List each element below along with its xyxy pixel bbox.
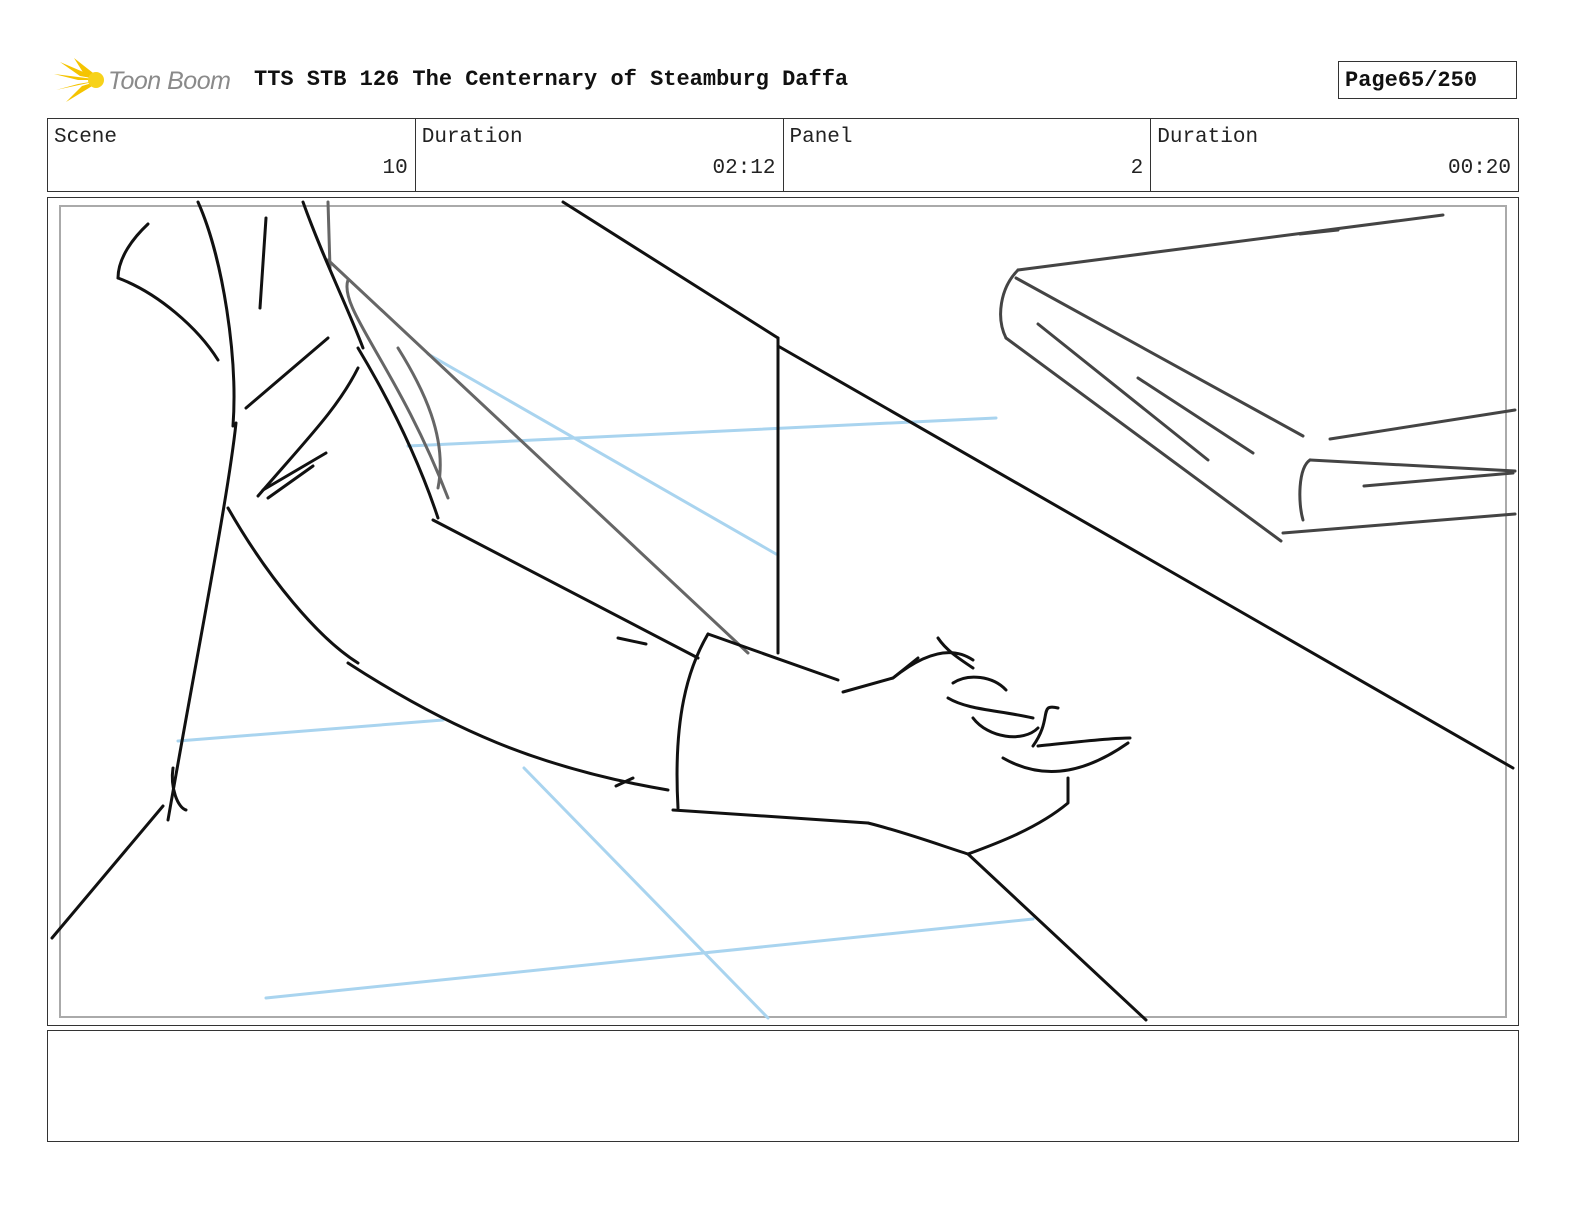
panel-cell: Panel 2: [784, 119, 1152, 191]
panel-label: Panel: [789, 126, 853, 149]
scene-value: 10: [382, 157, 408, 180]
toon-boom-logo: Toon Boom: [52, 56, 242, 104]
scene-duration-value: 02:12: [712, 157, 776, 180]
arm-sketch: [50, 200, 1132, 940]
panel-sketch: [50, 200, 1517, 1022]
starburst-icon: [54, 58, 104, 102]
perspective-guides: [176, 352, 1035, 1020]
panel-info-row: Scene 10 Duration 02:12 Panel 2 Duration…: [47, 118, 1519, 192]
scene-duration-cell: Duration 02:12: [416, 119, 784, 191]
scene-duration-label: Duration: [421, 126, 523, 149]
book-sketch: [999, 213, 1517, 543]
scene-label: Scene: [54, 126, 118, 149]
storyboard-panel: [47, 197, 1519, 1026]
panel-duration-cell: Duration 00:20: [1151, 119, 1518, 191]
scene-cell: Scene 10: [48, 119, 416, 191]
background-furniture: [326, 200, 750, 655]
panel-notes: [47, 1030, 1519, 1142]
page-number: 65/250: [1397, 67, 1478, 93]
panel-duration-label: Duration: [1157, 126, 1259, 149]
panel-value: 2: [1130, 157, 1144, 180]
logo-wordmark: Toon Boom: [108, 67, 231, 95]
storyboard-header: Toon Boom TTS STB 126 The Centernary of …: [48, 52, 1520, 110]
panel-duration-value: 00:20: [1447, 157, 1511, 180]
document-title: TTS STB 126 The Centernary of Steamburg …: [254, 67, 849, 92]
page-label: Page: [1345, 67, 1398, 93]
page-indicator: Page 65/250: [1338, 61, 1517, 99]
